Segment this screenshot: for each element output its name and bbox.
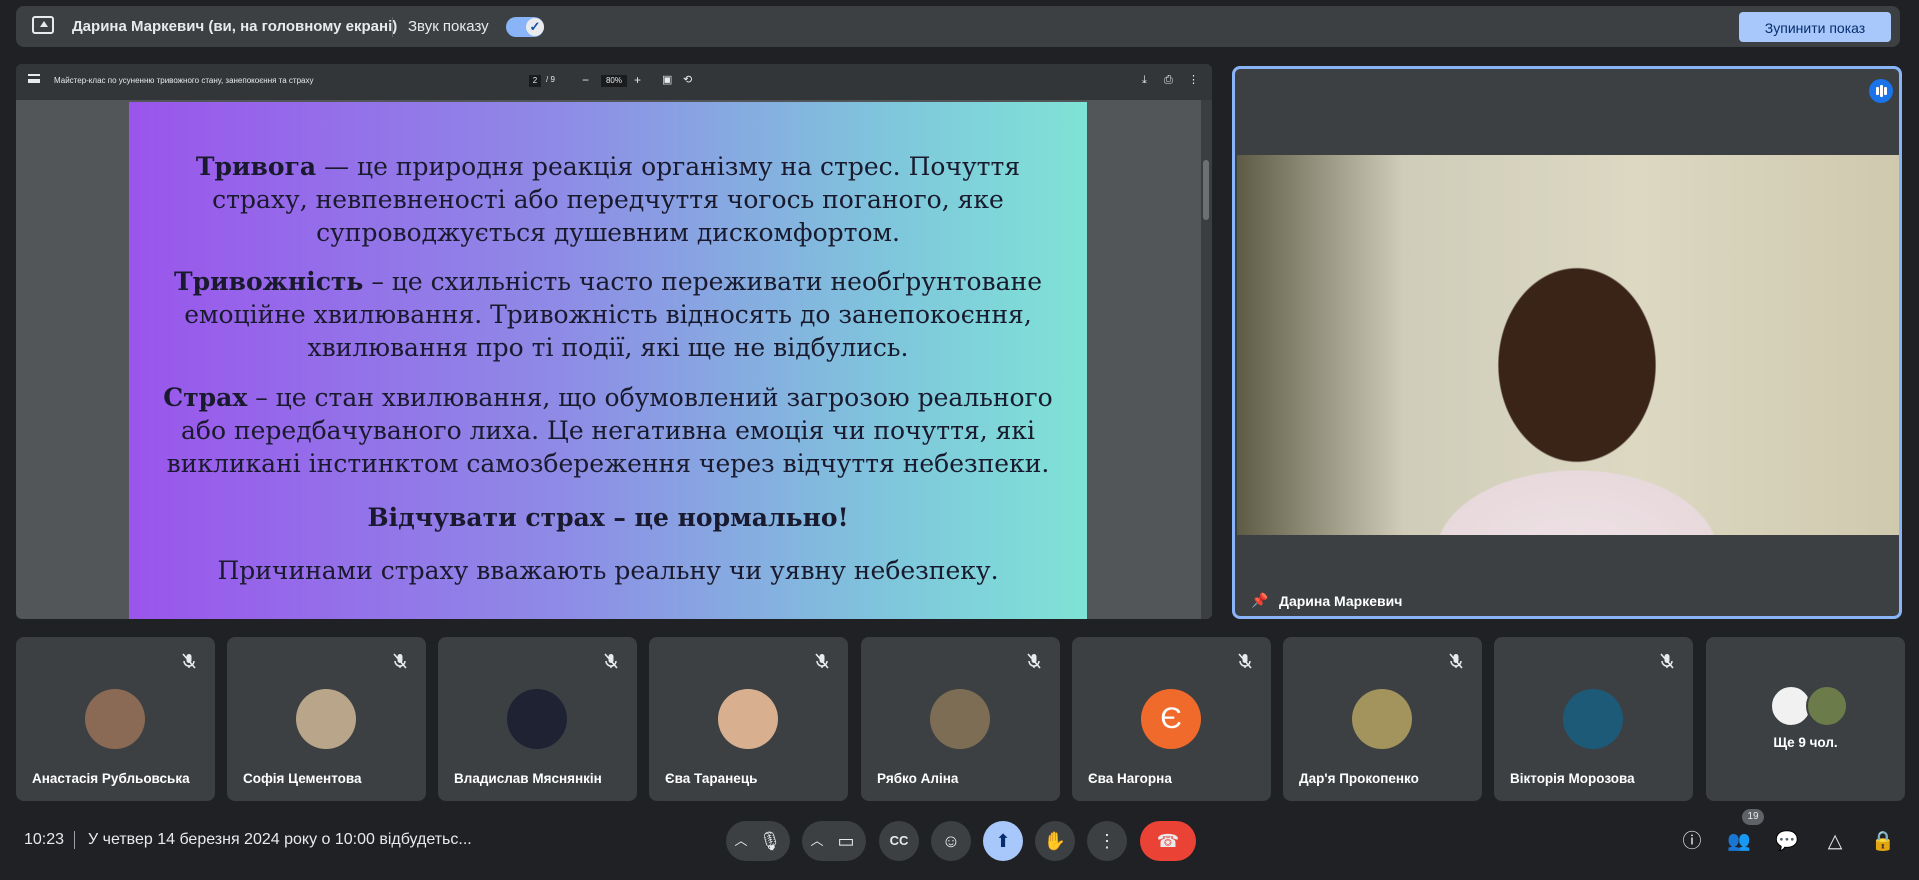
download-icon[interactable]: ⤓ xyxy=(1142,72,1147,88)
participant-tile[interactable]: Є Єва Нагорна xyxy=(1072,637,1271,801)
avatar xyxy=(1563,689,1623,749)
mic-off-icon xyxy=(812,651,832,671)
menu-icon[interactable] xyxy=(28,74,40,83)
zoom-out-icon[interactable]: − xyxy=(582,72,589,88)
participant-tile[interactable]: Владислав Мяснянкін xyxy=(438,637,637,801)
present-button[interactable]: ⬆ xyxy=(983,821,1023,861)
rotate-icon[interactable]: ⟲ xyxy=(683,72,692,88)
page-total: / 9 xyxy=(546,75,555,84)
meeting-info-icon[interactable]: ⓘ xyxy=(1679,829,1705,855)
present-screen-icon xyxy=(32,16,54,34)
clock: 10:23 xyxy=(24,831,65,848)
activities-icon[interactable]: △ xyxy=(1822,829,1848,855)
captions-icon: CC xyxy=(889,833,909,848)
avatar-initial: Є xyxy=(1160,702,1182,735)
avatar: Є xyxy=(1141,689,1201,749)
speaker-video xyxy=(1237,155,1899,535)
participant-name: Владислав Мяснянкін xyxy=(454,771,602,786)
sound-label: Звук показу xyxy=(408,18,489,35)
chat-icon[interactable]: 💬 xyxy=(1774,829,1800,855)
avatar xyxy=(1806,685,1848,727)
more-avatars xyxy=(1770,685,1850,727)
present-screen-icon: ⬆ xyxy=(995,831,1011,851)
participant-name: Рябко Аліна xyxy=(877,771,959,786)
speaker-name: Дарина Маркевич xyxy=(1279,593,1403,609)
print-icon[interactable]: ⎙ xyxy=(1164,72,1173,88)
page-number-input[interactable]: 2 xyxy=(529,75,541,87)
reactions-button[interactable]: ☺ xyxy=(931,821,971,861)
avatar xyxy=(1352,689,1412,749)
slide-paragraph: Страх – це стан хвилювання, що обумовлен… xyxy=(163,383,1053,478)
emoji-icon: ☺ xyxy=(941,831,961,851)
avatar xyxy=(718,689,778,749)
more-options-icon[interactable]: ⋮ xyxy=(1188,72,1199,88)
scrollbar[interactable] xyxy=(1201,100,1212,619)
hang-up-icon: ☎ xyxy=(1156,831,1180,851)
mic-off-icon xyxy=(179,651,199,671)
host-controls-icon[interactable]: 🔒 xyxy=(1870,829,1896,855)
more-vert-icon: ⋮ xyxy=(1098,831,1116,851)
participant-name: Дар'я Прокопенко xyxy=(1299,771,1419,786)
camera-control-group: ︿ ▭ xyxy=(802,821,866,861)
participant-tile[interactable]: Вікторія Морозова xyxy=(1494,637,1693,801)
slide-paragraph: Причинами страху вважають реальну чи уяв… xyxy=(217,556,999,585)
pin-icon[interactable]: 📌 xyxy=(1251,592,1268,608)
participant-name: Анастасія Рубльовська xyxy=(32,771,190,786)
participant-tile[interactable]: Рябко Аліна xyxy=(861,637,1060,801)
zoom-in-icon[interactable]: + xyxy=(634,72,641,88)
mic-off-icon xyxy=(1657,651,1677,671)
mic-off-icon xyxy=(390,651,410,671)
meeting-title: У четвер 14 березня 2024 року о 10:00 ві… xyxy=(88,831,472,848)
hand-icon: ✋ xyxy=(1043,831,1067,851)
mic-off-icon xyxy=(1446,651,1466,671)
zoom-input[interactable]: 80% xyxy=(601,75,627,87)
fit-page-icon[interactable]: ▣ xyxy=(662,72,672,88)
mic-control-group: ︿ 🎙 xyxy=(726,821,790,861)
slide-paragraph: Тривога — це природня реакція організму … xyxy=(195,152,1021,247)
stop-presenting-button[interactable]: Зупинити показ xyxy=(1739,12,1891,42)
participant-tile[interactable]: Анастасія Рубльовська xyxy=(16,637,215,801)
participant-name: Єва Нагорна xyxy=(1088,771,1172,786)
avatar xyxy=(507,689,567,749)
divider xyxy=(392,17,393,37)
avatar xyxy=(296,689,356,749)
slide-paragraph: Тривожність – це схильність часто пережи… xyxy=(174,267,1042,362)
pdf-toolbar: Майстер-клас по усуненню тривожного стан… xyxy=(16,64,1212,100)
speaking-indicator-icon xyxy=(1869,79,1893,103)
more-label: Ще 9 чол. xyxy=(1773,735,1838,750)
mic-off-icon xyxy=(1235,651,1255,671)
avatar xyxy=(930,689,990,749)
scrollbar-thumb[interactable] xyxy=(1203,160,1209,220)
pdf-title: Майстер-клас по усуненню тривожного стан… xyxy=(54,76,314,85)
captions-button[interactable]: CC xyxy=(879,821,919,861)
more-options-button[interactable]: ⋮ xyxy=(1087,821,1127,861)
slide-emphasis: Відчувати страх – це нормально! xyxy=(367,503,849,532)
presenter-title: Дарина Маркевич (ви, на головному екрані… xyxy=(72,18,398,35)
people-icon[interactable]: 👥 xyxy=(1726,829,1752,855)
camera-icon[interactable]: ▭ xyxy=(826,821,866,861)
people-count-badge: 19 xyxy=(1742,809,1764,825)
mic-off-icon xyxy=(601,651,621,671)
sound-toggle[interactable]: ✓ xyxy=(506,17,544,37)
participant-tile[interactable]: Єва Таранець xyxy=(649,637,848,801)
participant-name: Єва Таранець xyxy=(665,771,758,786)
participant-name: Софія Цементова xyxy=(243,771,362,786)
check-icon: ✓ xyxy=(526,18,544,36)
pdf-viewer: Майстер-клас по усуненню тривожного стан… xyxy=(16,64,1212,619)
slide-page: Тривога — це природня реакція організму … xyxy=(129,102,1087,619)
more-participants-tile[interactable]: Ще 9 чол. xyxy=(1706,637,1905,801)
speaker-tile[interactable]: 📌 Дарина Маркевич xyxy=(1232,66,1902,619)
participant-name: Вікторія Морозова xyxy=(1510,771,1635,786)
microphone-icon[interactable]: 🎙 xyxy=(750,821,790,861)
participant-tile[interactable]: Дар'я Прокопенко xyxy=(1283,637,1482,801)
raise-hand-button[interactable]: ✋ xyxy=(1035,821,1075,861)
leave-call-button[interactable]: ☎ xyxy=(1140,821,1196,861)
presenting-bar: Дарина Маркевич (ви, на головному екрані… xyxy=(16,6,1900,47)
divider xyxy=(74,831,75,849)
mic-off-icon xyxy=(1024,651,1044,671)
avatar xyxy=(85,689,145,749)
participant-tile[interactable]: Софія Цементова xyxy=(227,637,426,801)
